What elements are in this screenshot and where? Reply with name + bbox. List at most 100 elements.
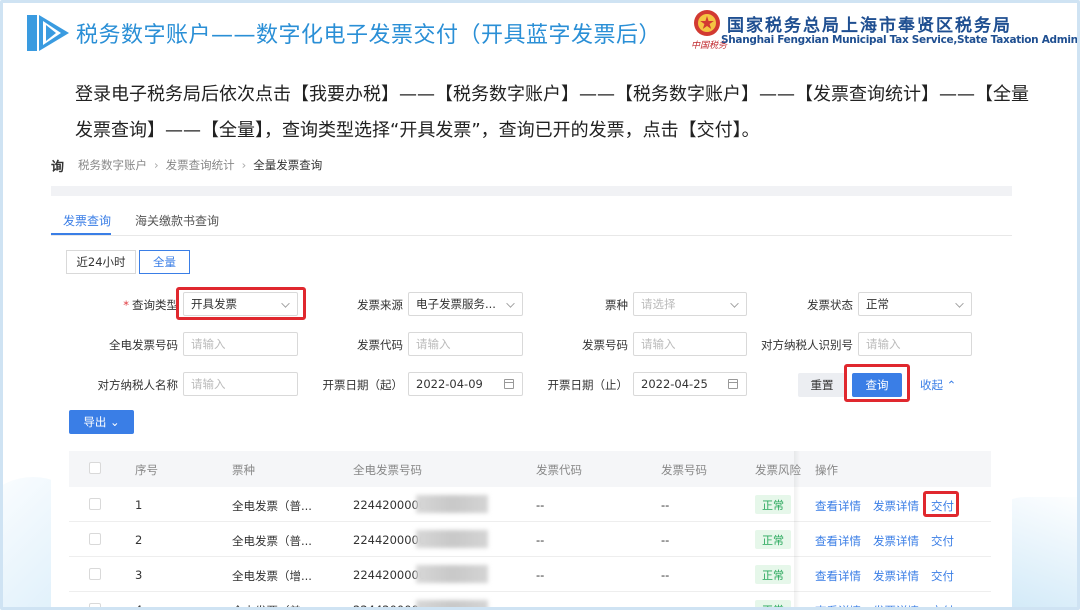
cell-no: 4	[135, 603, 143, 610]
cell-no: 1	[135, 498, 143, 512]
chevron-arrows-icon	[27, 15, 69, 51]
col-code: 发票代码	[536, 463, 582, 477]
cell-code: --	[536, 498, 545, 512]
breadcrumb-separator: ›	[241, 158, 247, 172]
invoice-details-link[interactable]: 发票详情	[873, 533, 919, 549]
query-card: 发票查询 海关缴款书查询 近24小时 全量 * 查询类型 开具发票 发票来源 电子…	[51, 196, 1012, 610]
status-label: 发票状态	[807, 298, 853, 312]
view-details-link[interactable]: 查看详情	[815, 603, 861, 607]
redacted-mask	[416, 530, 488, 548]
full-no-input[interactable]: 请输入	[183, 332, 298, 356]
breadcrumb-current: 全量发票查询	[253, 158, 323, 172]
table-header: 序号 票种 全电发票号码 发票代码 发票号码 发票风险 操作	[69, 451, 991, 487]
taxid-input[interactable]: 请输入	[858, 332, 972, 356]
breadcrumb-page-char: 询	[51, 159, 65, 175]
deliver-link[interactable]: 交付	[931, 533, 954, 549]
number-input[interactable]: 请输入	[633, 332, 747, 356]
cell-kind: 全电发票（增...	[232, 569, 312, 583]
name-label: 对方纳税人名称	[97, 378, 179, 392]
col-number: 发票号码	[661, 463, 707, 477]
reset-button[interactable]: 重置	[798, 373, 846, 397]
row-checkbox[interactable]	[89, 603, 101, 607]
cell-no: 2	[135, 533, 143, 547]
status-badge: 正常	[755, 495, 791, 514]
highlight-deliver	[923, 491, 959, 517]
tab-bar: 发票查询 海关缴款书查询	[51, 196, 1012, 236]
table-row: 4 全电发票（普... 2244200000 -- -- 正常 查看详情 发票详…	[69, 592, 991, 610]
segment-24h[interactable]: 近24小时	[66, 250, 136, 274]
export-button[interactable]: 导出 ⌄	[69, 410, 134, 434]
org-name-cn: 国家税务总局上海市奉贤区税务局	[727, 16, 1012, 36]
deliver-link[interactable]: 交付	[931, 603, 954, 607]
app-panel: 发票查询 海关缴款书查询 近24小时 全量 * 查询类型 开具发票 发票来源 电子…	[51, 186, 1012, 610]
chevron-down-icon: ⌄	[110, 415, 120, 429]
cell-kind: 全电发票（普...	[232, 603, 312, 607]
tab-invoice-query[interactable]: 发票查询	[63, 212, 111, 229]
name-input[interactable]: 请输入	[183, 372, 298, 396]
cell-kind: 全电发票（普...	[232, 499, 312, 513]
taxid-label: 对方纳税人识别号	[761, 338, 853, 352]
date-end-label: 开票日期（止）	[547, 378, 629, 392]
row-checkbox[interactable]	[89, 568, 101, 580]
chevron-up-icon: ⌃	[946, 378, 957, 392]
cell-number: --	[661, 568, 670, 582]
breadcrumb-item[interactable]: 发票查询统计	[166, 157, 235, 173]
redacted-mask	[416, 565, 488, 583]
segment-all[interactable]: 全量	[139, 250, 190, 274]
slide-frame: 税务数字账户——数字化电子发票交付（开具蓝字发票后） 中国税务 国家税务总局上海…	[0, 0, 1080, 610]
breadcrumb: 询 税务数字账户 › 发票查询统计 › 全量发票查询	[51, 153, 1011, 177]
col-kind: 票种	[232, 463, 255, 477]
cell-code: --	[536, 533, 545, 547]
status-badge: 正常	[755, 600, 791, 607]
source-label: 发票来源	[357, 298, 403, 312]
status-select[interactable]: 正常	[858, 292, 972, 316]
invoice-details-link[interactable]: 发票详情	[873, 603, 919, 607]
select-all-checkbox[interactable]	[89, 462, 101, 474]
tab-active-indicator	[51, 233, 111, 235]
cell-number: --	[661, 498, 670, 512]
date-start-picker[interactable]: 2022-04-09	[408, 372, 523, 396]
view-details-link[interactable]: 查看详情	[815, 498, 861, 514]
kind-label: 票种	[605, 298, 628, 312]
col-no: 序号	[135, 463, 158, 477]
slide-title: 税务数字账户——数字化电子发票交付（开具蓝字发票后）	[76, 23, 662, 48]
collapse-link[interactable]: 收起 ⌃	[920, 377, 956, 393]
breadcrumb-separator: ›	[154, 158, 159, 172]
code-label: 发票代码	[357, 338, 403, 352]
view-details-link[interactable]: 查看详情	[815, 568, 861, 584]
cell-kind: 全电发票（普...	[232, 534, 312, 548]
invoice-details-link[interactable]: 发票详情	[873, 498, 919, 514]
view-details-link[interactable]: 查看详情	[815, 533, 861, 549]
slide-header: 税务数字账户——数字化电子发票交付（开具蓝字发票后） 中国税务 国家税务总局上海…	[3, 3, 1078, 65]
redacted-mask	[416, 495, 488, 513]
kind-select[interactable]: 请选择	[633, 292, 747, 316]
highlight-query-button	[844, 364, 910, 402]
status-badge: 正常	[755, 565, 791, 584]
row-checkbox[interactable]	[89, 498, 101, 510]
breadcrumb-item[interactable]: 税务数字账户	[78, 157, 147, 173]
full-no-label: 全电发票号码	[109, 338, 178, 352]
deliver-link[interactable]: 交付	[931, 568, 954, 584]
highlight-query-type	[176, 287, 306, 320]
org-name-en: Shanghai Fengxian Municipal Tax Service,…	[721, 34, 1078, 46]
row-checkbox[interactable]	[89, 533, 101, 545]
cell-no: 3	[135, 568, 143, 582]
cell-code: --	[536, 568, 545, 582]
date-end-picker[interactable]: 2022-04-25	[633, 372, 747, 396]
tax-emblem-icon	[694, 10, 720, 36]
number-label: 发票号码	[582, 338, 628, 352]
cell-code: --	[536, 603, 545, 610]
code-input[interactable]: 请输入	[408, 332, 523, 356]
date-start-label: 开票日期（起）	[322, 378, 404, 392]
redacted-mask	[416, 600, 488, 607]
instruction-text: 登录电子税务局后依次点击【我要办税】——【税务数字账户】——【税务数字账户】——…	[75, 84, 1029, 141]
col-full-no: 全电发票号码	[353, 463, 422, 477]
tab-customs-query[interactable]: 海关缴款书查询	[135, 212, 219, 229]
invoice-details-link[interactable]: 发票详情	[873, 568, 919, 584]
table-row: 1 全电发票（普... 2244200000 -- -- 正常 查看详情 发票详…	[69, 487, 991, 522]
fixed-column-shadow	[794, 451, 800, 607]
col-action: 操作	[815, 463, 838, 477]
source-select[interactable]: 电子发票服务...	[408, 292, 523, 316]
table-row: 2 全电发票（普... 2244200000 -- -- 正常 查看详情 发票详…	[69, 522, 991, 557]
cell-number: --	[661, 603, 670, 610]
